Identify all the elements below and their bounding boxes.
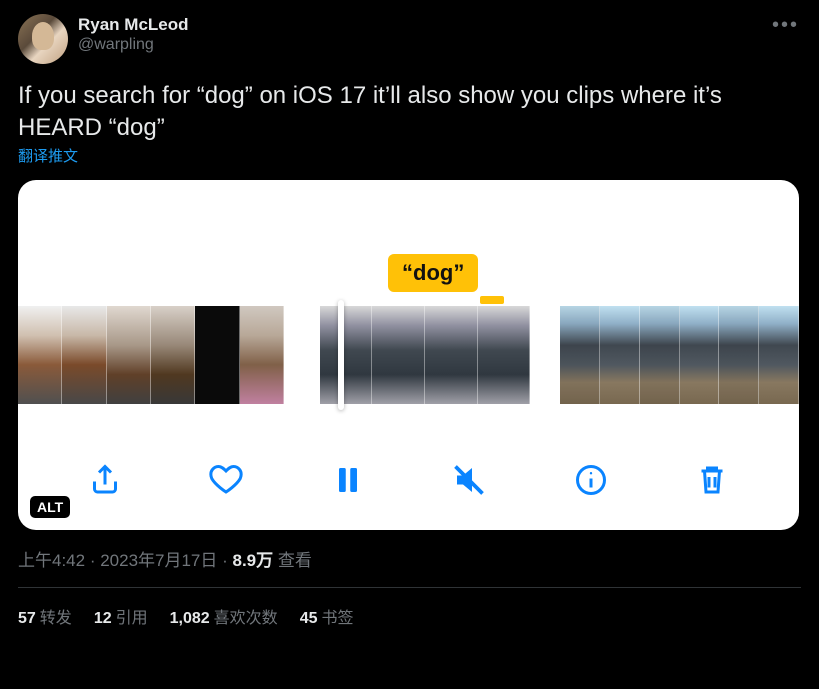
alt-badge[interactable]: ALT — [30, 496, 70, 518]
delete-button[interactable] — [688, 456, 736, 504]
views-label: 查看 — [273, 551, 312, 570]
video-timeline[interactable] — [18, 306, 799, 404]
clip-group[interactable] — [320, 306, 530, 404]
avatar[interactable] — [18, 14, 68, 64]
search-term-chip: “dog” — [388, 254, 478, 292]
handle: @warpling — [78, 35, 189, 55]
tweet-meta[interactable]: 上午4:42 · 2023年7月17日 · 8.9万 查看 — [18, 546, 801, 571]
like-button[interactable] — [202, 456, 250, 504]
clip-frame — [62, 306, 106, 404]
clip-frame — [372, 306, 425, 404]
views-count: 8.9万 — [233, 551, 274, 570]
speaker-muted-icon — [451, 462, 487, 498]
author-block[interactable]: Ryan McLeod @warpling — [78, 14, 189, 55]
clip-frame — [107, 306, 151, 404]
clip-frame — [151, 306, 195, 404]
clip-frame — [320, 306, 373, 404]
tweet-date: 2023年7月17日 — [100, 551, 217, 570]
pause-icon — [330, 462, 366, 498]
tweet-container: Ryan McLeod @warpling ••• If you search … — [0, 0, 819, 689]
info-icon — [573, 462, 609, 498]
stats-row: 57转发 12引用 1,082喜欢次数 45书签 — [18, 604, 801, 628]
clip-group[interactable] — [560, 306, 799, 404]
clip-frame — [759, 306, 799, 404]
search-hit-marker — [480, 296, 504, 304]
clip-frame — [719, 306, 759, 404]
tweet-text: If you search for “dog” on iOS 17 it’ll … — [18, 80, 801, 145]
divider — [18, 587, 801, 588]
clip-frame — [640, 306, 680, 404]
clip-frame — [195, 306, 239, 404]
clip-frame — [600, 306, 640, 404]
clip-frame — [240, 306, 284, 404]
info-button[interactable] — [567, 456, 615, 504]
retweets-stat[interactable]: 57转发 — [18, 604, 72, 628]
media-toolbar — [18, 444, 799, 516]
heart-icon — [208, 462, 244, 498]
clip-frame — [425, 306, 478, 404]
clip-frame — [560, 306, 600, 404]
clip-group[interactable] — [18, 306, 284, 404]
translate-link[interactable]: 翻译推文 — [18, 148, 78, 165]
media-card[interactable]: “dog” — [18, 180, 799, 530]
pause-button[interactable] — [324, 456, 372, 504]
clip-frame — [680, 306, 720, 404]
bookmarks-stat[interactable]: 45书签 — [300, 604, 354, 628]
share-button[interactable] — [81, 456, 129, 504]
more-icon[interactable]: ••• — [772, 14, 799, 37]
trash-icon — [694, 462, 730, 498]
playhead[interactable] — [338, 300, 344, 410]
clip-frame — [478, 306, 531, 404]
clip-frame — [18, 306, 62, 404]
display-name: Ryan McLeod — [78, 14, 189, 35]
likes-stat[interactable]: 1,082喜欢次数 — [170, 604, 278, 628]
tweet-header: Ryan McLeod @warpling ••• — [18, 14, 801, 64]
mute-button[interactable] — [445, 456, 493, 504]
tweet-time: 上午4:42 — [18, 551, 85, 570]
share-icon — [87, 462, 123, 498]
quotes-stat[interactable]: 12引用 — [94, 604, 148, 628]
